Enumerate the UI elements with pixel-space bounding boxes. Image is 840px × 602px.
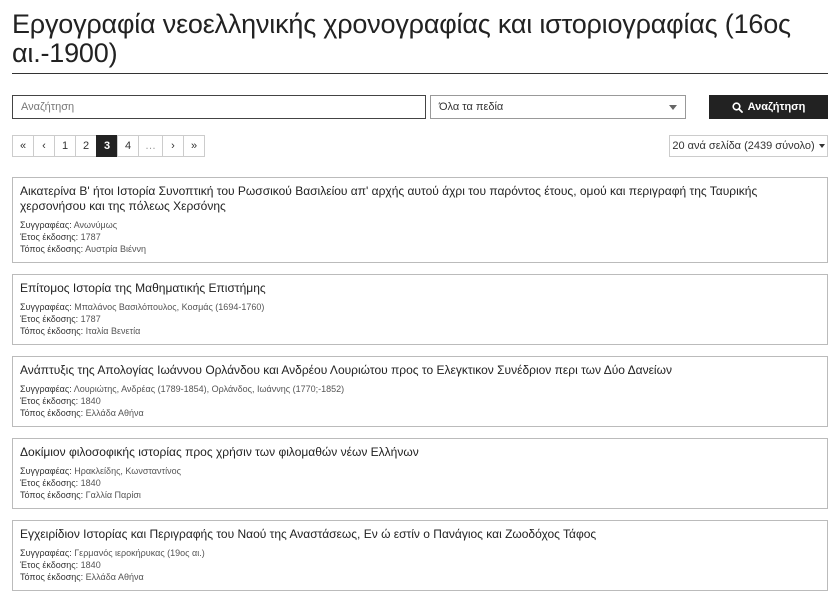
page-next-button[interactable]: › bbox=[162, 135, 184, 157]
result-title[interactable]: Δοκίμιον φιλοσοφικής ιστορίας προς χρήσι… bbox=[20, 445, 820, 460]
title-divider bbox=[12, 73, 828, 74]
per-page-label: 20 ανά σελίδα (2439 σύνολο) bbox=[672, 140, 815, 152]
result-place-line: Τόπος έκδοσης: Αυστρία Βιέννη bbox=[20, 243, 820, 255]
result-card: Εγχειρίδιον Ιστορίας και Περιγραφής του … bbox=[12, 520, 828, 591]
result-year-line: Έτος έκδοσης: 1787 bbox=[20, 313, 820, 325]
page-ellipsis: … bbox=[138, 135, 163, 157]
result-place-line: Τόπος έκδοσης: Γαλλία Παρίσι bbox=[20, 489, 820, 501]
field-select-value: Όλα τα πεδία bbox=[439, 101, 504, 113]
result-card: Ανάπτυξις της Απολογίας Ιωάννου Ορλάνδου… bbox=[12, 356, 828, 427]
place-label: Τόπος έκδοσης: bbox=[20, 490, 84, 500]
result-title[interactable]: Εγχειρίδιον Ιστορίας και Περιγραφής του … bbox=[20, 527, 820, 542]
page-2-button[interactable]: 2 bbox=[75, 135, 97, 157]
result-year-line: Έτος έκδοσης: 1840 bbox=[20, 559, 820, 571]
place-label: Τόπος έκδοσης: bbox=[20, 326, 84, 336]
page-4-button[interactable]: 4 bbox=[117, 135, 139, 157]
result-card: Επίτομος Ιστορία της Μαθηματικής Επιστήμ… bbox=[12, 274, 828, 345]
author-label: Συγγραφέας: bbox=[20, 220, 72, 230]
result-year: 1840 bbox=[80, 396, 101, 406]
result-author-line: Συγγραφέας: Λουριώτης, Ανδρέας (1789-185… bbox=[20, 383, 820, 395]
search-button-label: Αναζήτηση bbox=[747, 101, 806, 113]
result-year-line: Έτος έκδοσης: 1840 bbox=[20, 477, 820, 489]
result-place: Γαλλία Παρίσι bbox=[85, 490, 141, 500]
field-select[interactable]: Όλα τα πεδία bbox=[430, 95, 686, 119]
result-author: Γερμανός ιεροκήρυκας (19ος αι.) bbox=[74, 548, 205, 558]
result-title[interactable]: Ανάπτυξις της Απολογίας Ιωάννου Ορλάνδου… bbox=[20, 363, 820, 378]
year-label: Έτος έκδοσης: bbox=[20, 478, 79, 488]
search-icon bbox=[731, 101, 743, 113]
search-input[interactable] bbox=[12, 95, 426, 119]
result-year: 1787 bbox=[80, 232, 101, 242]
search-button[interactable]: Αναζήτηση bbox=[709, 95, 828, 119]
result-year: 1787 bbox=[80, 314, 101, 324]
result-place: Αυστρία Βιέννη bbox=[85, 244, 147, 254]
result-place-line: Τόπος έκδοσης: Ελλάδα Αθήνα bbox=[20, 407, 820, 419]
result-title[interactable]: Επίτομος Ιστορία της Μαθηματικής Επιστήμ… bbox=[20, 281, 820, 296]
per-page-dropdown[interactable]: 20 ανά σελίδα (2439 σύνολο) bbox=[669, 135, 828, 157]
page-1-button[interactable]: 1 bbox=[54, 135, 76, 157]
year-label: Έτος έκδοσης: bbox=[20, 314, 79, 324]
place-label: Τόπος έκδοσης: bbox=[20, 572, 84, 582]
year-label: Έτος έκδοσης: bbox=[20, 560, 79, 570]
year-label: Έτος έκδοσης: bbox=[20, 232, 79, 242]
result-author-line: Συγγραφέας: Γερμανός ιεροκήρυκας (19ος α… bbox=[20, 547, 820, 559]
caret-down-icon bbox=[818, 144, 825, 148]
result-year: 1840 bbox=[80, 478, 101, 488]
result-card: Δοκίμιον φιλοσοφικής ιστορίας προς χρήσι… bbox=[12, 438, 828, 509]
author-label: Συγγραφέας: bbox=[20, 548, 72, 558]
chevron-down-icon bbox=[669, 105, 677, 110]
page-prev-button[interactable]: ‹ bbox=[33, 135, 55, 157]
result-title[interactable]: Αικατερίνα Β' ήτοι Ιστορία Συνοπτική του… bbox=[20, 184, 820, 214]
result-author-line: Συγγραφέας: Ανωνύμως bbox=[20, 219, 820, 231]
place-label: Τόπος έκδοσης: bbox=[20, 408, 84, 418]
result-author: Λουριώτης, Ανδρέας (1789-1854), Ορλάνδος… bbox=[73, 384, 345, 394]
result-author: Μπαλάνος Βασιλόπουλος, Κοσμάς (1694-1760… bbox=[74, 302, 265, 312]
result-author-line: Συγγραφέας: Μπαλάνος Βασιλόπουλος, Κοσμά… bbox=[20, 301, 820, 313]
result-author-line: Συγγραφέας: Ηρακλείδης, Κωνσταντίνος bbox=[20, 465, 820, 477]
author-label: Συγγραφέας: bbox=[20, 466, 72, 476]
result-year-line: Έτος έκδοσης: 1787 bbox=[20, 231, 820, 243]
page-3-button[interactable]: 3 bbox=[96, 135, 118, 157]
result-year-line: Έτος έκδοσης: 1840 bbox=[20, 395, 820, 407]
result-place: Ιταλία Βενετία bbox=[85, 326, 141, 336]
result-author: Ηρακλείδης, Κωνσταντίνος bbox=[74, 466, 181, 476]
result-year: 1840 bbox=[80, 560, 101, 570]
result-place-line: Τόπος έκδοσης: Ελλάδα Αθήνα bbox=[20, 571, 820, 583]
result-card: Αικατερίνα Β' ήτοι Ιστορία Συνοπτική του… bbox=[12, 177, 828, 263]
result-author: Ανωνύμως bbox=[73, 220, 118, 230]
result-place: Ελλάδα Αθήνα bbox=[85, 572, 144, 582]
result-place: Ελλάδα Αθήνα bbox=[85, 408, 144, 418]
results-list: Αικατερίνα Β' ήτοι Ιστορία Συνοπτική του… bbox=[12, 177, 828, 602]
year-label: Έτος έκδοσης: bbox=[20, 396, 79, 406]
page-title: Εργογραφία νεοελληνικής χρονογραφίας και… bbox=[12, 9, 791, 68]
author-label: Συγγραφέας: bbox=[20, 302, 72, 312]
page-last-button[interactable]: » bbox=[183, 135, 205, 157]
place-label: Τόπος έκδοσης: bbox=[20, 244, 84, 254]
pagination: « ‹ 1 2 3 4 … › » bbox=[12, 135, 205, 157]
author-label: Συγγραφέας: bbox=[20, 384, 72, 394]
result-place-line: Τόπος έκδοσης: Ιταλία Βενετία bbox=[20, 325, 820, 337]
page-first-button[interactable]: « bbox=[12, 135, 34, 157]
